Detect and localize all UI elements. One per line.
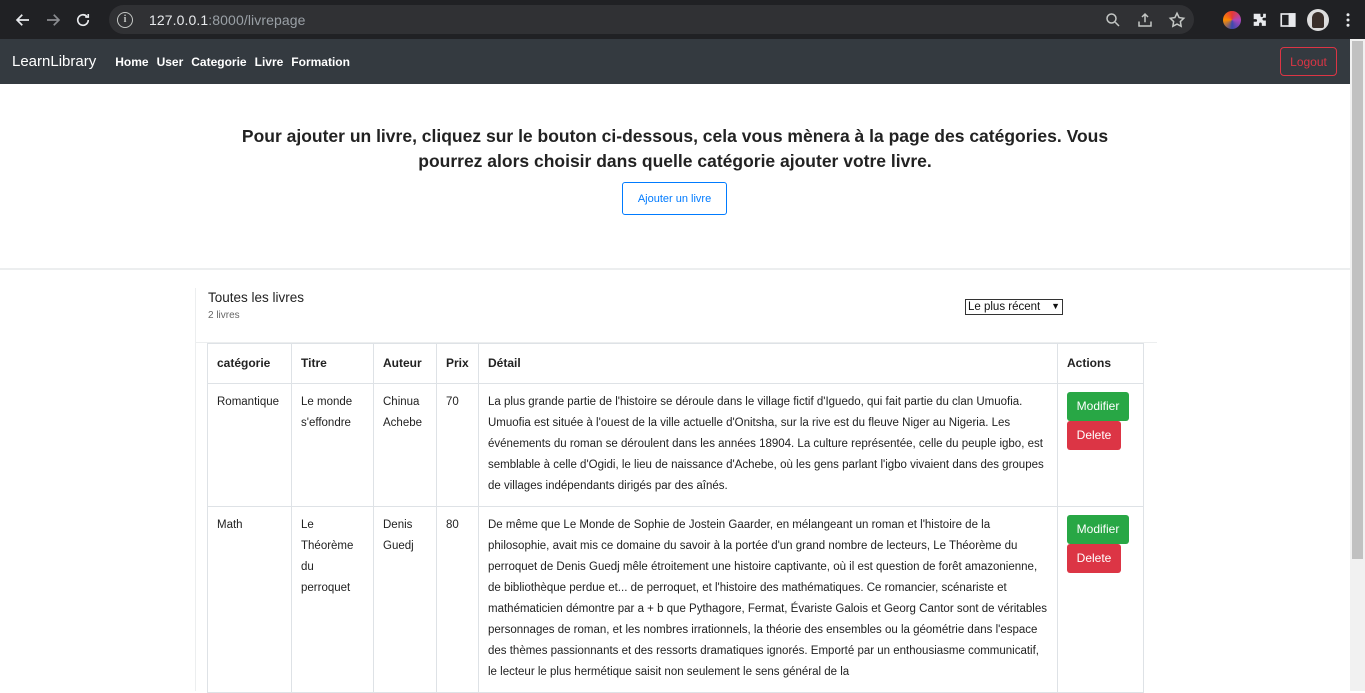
side-panel-icon[interactable] — [1279, 11, 1297, 29]
delete-button[interactable]: Delete — [1067, 544, 1121, 573]
modify-button[interactable]: Modifier — [1067, 392, 1129, 421]
hero-section: Pour ajouter un livre, cliquez sur le bo… — [0, 84, 1350, 270]
logout-button[interactable]: Logout — [1280, 47, 1337, 76]
site-info-icon[interactable]: i — [117, 11, 133, 28]
extension-colorful-icon[interactable] — [1223, 10, 1241, 29]
cell-prix: 80 — [436, 506, 479, 693]
list-count: 2 livres — [208, 310, 240, 321]
forward-icon[interactable] — [38, 5, 68, 35]
modify-button[interactable]: Modifier — [1067, 515, 1129, 544]
header-titre: Titre — [291, 343, 374, 384]
hero-text: Pour ajouter un livre, cliquez sur le bo… — [241, 126, 1109, 171]
books-table: catégorie Titre Auteur Prix Détail Actio… — [207, 343, 1144, 693]
chevron-down-icon: ▼ — [1051, 301, 1060, 311]
cell-actions: Modifier Delete — [1057, 506, 1144, 693]
add-book-button[interactable]: Ajouter un livre — [622, 182, 727, 215]
cell-detail: La plus grande partie de l'histoire se d… — [478, 383, 1058, 507]
nav-link-formation[interactable]: Formation — [291, 55, 350, 69]
header-actions: Actions — [1057, 343, 1144, 384]
sort-select[interactable]: Le plus récent ▼ — [965, 299, 1063, 315]
nav-link-categorie[interactable]: Categorie — [191, 55, 246, 69]
nav-link-user[interactable]: User — [157, 55, 184, 69]
address-bar[interactable]: i 127.0.0.1:8000/livrepage — [109, 5, 1194, 34]
nav-link-livre[interactable]: Livre — [255, 55, 284, 69]
zoom-icon[interactable] — [1104, 11, 1122, 29]
nav-link-home[interactable]: Home — [115, 55, 148, 69]
table-header-row: catégorie Titre Auteur Prix Détail Actio… — [207, 343, 1144, 384]
url-text: 127.0.0.1:8000/livrepage — [149, 11, 306, 28]
share-icon[interactable] — [1136, 11, 1154, 29]
cell-prix: 70 — [436, 383, 479, 507]
header-categorie: catégorie — [207, 343, 292, 384]
profile-avatar[interactable] — [1307, 8, 1329, 31]
cell-titre: Le Théorème du perroquet — [291, 506, 374, 693]
cell-titre: Le monde s'effondre — [291, 383, 374, 507]
table-row: Romantique Le monde s'effondre Chinua Ac… — [207, 383, 1144, 507]
delete-button[interactable]: Delete — [1067, 421, 1121, 450]
header-detail: Détail — [478, 343, 1058, 384]
bookmark-star-icon[interactable] — [1168, 11, 1186, 29]
card-left-border — [195, 288, 196, 691]
brand-logo[interactable]: LearnLibrary — [12, 53, 96, 70]
page-scrollbar[interactable] — [1350, 39, 1365, 691]
table-row: Math Le Théorème du perroquet Denis Gued… — [207, 506, 1144, 693]
cell-detail: De même que Le Monde de Sophie de Jostei… — [478, 506, 1058, 693]
cell-categorie: Romantique — [207, 383, 292, 507]
cell-categorie: Math — [207, 506, 292, 693]
menu-kebab-icon[interactable] — [1339, 11, 1357, 29]
cell-actions: Modifier Delete — [1057, 383, 1144, 507]
reload-icon[interactable] — [68, 5, 98, 35]
scrollbar-thumb[interactable] — [1352, 41, 1363, 559]
header-auteur: Auteur — [373, 343, 437, 384]
cell-auteur: Denis Guedj — [373, 506, 437, 693]
header-prix: Prix — [436, 343, 479, 384]
app-navbar: LearnLibrary Home User Categorie Livre F… — [0, 39, 1350, 84]
list-title: Toutes les livres — [208, 290, 305, 305]
browser-toolbar: i 127.0.0.1:8000/livrepage — [0, 0, 1365, 39]
back-icon[interactable] — [8, 5, 38, 35]
cell-auteur: Chinua Achebe — [373, 383, 437, 507]
extensions-puzzle-icon[interactable] — [1251, 11, 1269, 29]
